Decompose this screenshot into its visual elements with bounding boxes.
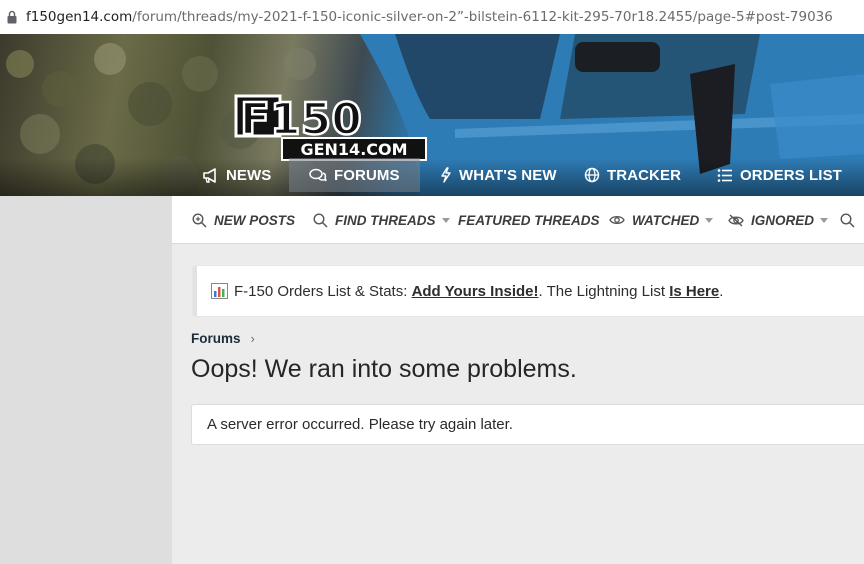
subnav-search[interactable] xyxy=(840,196,862,244)
page-title: Oops! We ran into some problems. xyxy=(191,355,577,383)
zoom-in-icon xyxy=(192,212,207,228)
chat-bubbles-icon xyxy=(309,168,327,181)
subnav-featured-threads-label: FEATURED THREADS xyxy=(458,212,600,228)
nav-orders-list-label: ORDERS LIST xyxy=(740,166,842,184)
subnav-watched-label: WATCHED xyxy=(632,212,700,228)
subnav-new-posts-label: NEW POSTS xyxy=(214,212,296,228)
left-gutter xyxy=(0,196,172,564)
add-yours-link[interactable]: Add Yours Inside! xyxy=(412,283,539,300)
breadcrumb-separator: › xyxy=(250,331,255,346)
subnav-find-threads-label: FIND THREADS xyxy=(335,212,436,228)
nav-whats-new[interactable]: WHAT'S NEW xyxy=(440,158,557,192)
globe-icon xyxy=(584,167,600,183)
lightning-list-link[interactable]: Is Here xyxy=(669,283,719,300)
url-host: f150gen14.com xyxy=(26,9,133,25)
nav-tracker-label: TRACKER xyxy=(607,166,682,184)
list-icon xyxy=(717,168,732,182)
subnav-find-threads[interactable]: FIND THREADS xyxy=(313,196,450,244)
bar-chart-icon xyxy=(211,283,228,299)
chevron-down-icon xyxy=(820,217,829,223)
subnav-ignored[interactable]: IGNORED xyxy=(728,196,829,244)
chevron-down-icon xyxy=(441,217,450,223)
eye-icon xyxy=(609,215,625,225)
search-icon xyxy=(313,212,328,228)
main-navigation: NEWS FORUMS WHAT'S NEW TRACKER ORDERS LI… xyxy=(0,158,864,196)
nav-forums-label: FORUMS xyxy=(334,166,400,184)
orders-notice-banner: F-150 Orders List & Stats: Add Yours Ins… xyxy=(193,266,864,316)
subnav-new-posts[interactable]: NEW POSTS xyxy=(192,196,295,244)
lightning-icon xyxy=(441,167,451,183)
megaphone-icon xyxy=(203,167,216,183)
notice-middle: . The Lightning List xyxy=(538,282,670,300)
subnav-ignored-label: IGNORED xyxy=(751,212,815,228)
nav-news-label: NEWS xyxy=(226,166,272,184)
error-message-box: A server error occurred. Please try agai… xyxy=(191,404,864,445)
nav-forums[interactable]: FORUMS xyxy=(289,158,420,192)
nav-news[interactable]: NEWS xyxy=(202,158,271,192)
nav-tracker[interactable]: TRACKER xyxy=(584,158,681,192)
logo-bottom-text: GEN14.COM xyxy=(300,140,407,159)
chevron-down-icon xyxy=(705,217,714,223)
nav-whats-new-label: WHAT'S NEW xyxy=(459,166,557,184)
url-path: /forum/threads/my-2021-f-150-iconic-silv… xyxy=(132,9,833,25)
nav-orders-list[interactable]: ORDERS LIST xyxy=(717,158,842,192)
subnav-featured-threads[interactable]: FEATURED THREADS xyxy=(458,196,600,244)
notice-suffix: . xyxy=(719,282,724,300)
error-message: A server error occurred. Please try agai… xyxy=(207,416,513,433)
notice-prefix: F-150 Orders List & Stats: xyxy=(234,282,412,300)
address-bar[interactable]: f150gen14.com/forum/threads/my-2021-f-15… xyxy=(0,0,864,34)
eye-slash-icon xyxy=(728,213,744,227)
lock-icon xyxy=(7,10,17,24)
subnav-watched[interactable]: WATCHED xyxy=(609,196,714,244)
search-icon xyxy=(840,212,855,228)
site-header-banner: F150 GEN14.COM NEWS FORUMS WHAT'S NEW TR… xyxy=(0,34,864,196)
sub-navigation: NEW POSTS FIND THREADS FEATURED THREADS … xyxy=(172,196,864,244)
breadcrumb: Forums › xyxy=(191,331,255,346)
breadcrumb-forums[interactable]: Forums xyxy=(191,331,241,346)
